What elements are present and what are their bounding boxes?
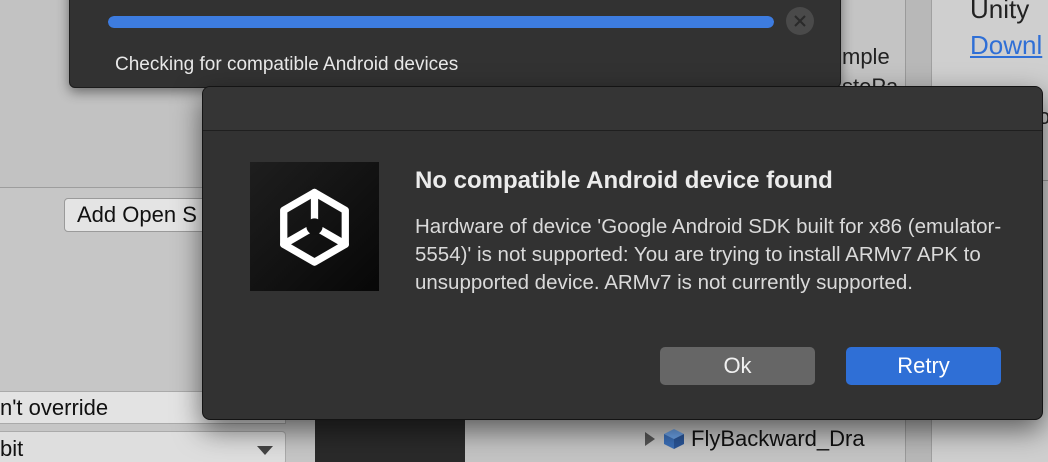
close-icon xyxy=(794,15,806,27)
ok-button[interactable]: Ok xyxy=(660,347,815,385)
dialog-message: Hardware of device 'Google Android SDK b… xyxy=(415,215,1002,294)
alert-dialog: No compatible Android device found Hardw… xyxy=(202,86,1043,420)
expand-triangle-icon[interactable] xyxy=(645,432,655,446)
progress-bar xyxy=(108,16,774,28)
prefab-cube-icon xyxy=(664,429,684,449)
progress-window: Checking for compatible Android devices xyxy=(69,0,841,88)
progress-bar-fill xyxy=(108,16,774,28)
unity-logo-icon xyxy=(250,162,379,291)
cancel-button[interactable] xyxy=(786,7,814,35)
background-label: mple xyxy=(842,44,890,69)
dialog-title: No compatible Android device found xyxy=(415,167,833,194)
asset-list-item[interactable]: FlyBackward_Dra xyxy=(645,426,865,452)
unity-logo-icon xyxy=(280,188,349,266)
bit-dropdown-value: bit xyxy=(0,436,24,461)
retry-button[interactable]: Retry xyxy=(846,347,1001,385)
bit-dropdown[interactable]: bit xyxy=(0,431,286,462)
unity-label: Unity xyxy=(970,0,1030,24)
download-link[interactable]: Downl xyxy=(970,30,1042,61)
progress-status-text: Checking for compatible Android devices xyxy=(115,54,459,75)
asset-name: FlyBackward_Dra xyxy=(691,426,865,451)
chevron-down-icon xyxy=(257,446,273,455)
dialog-titlebar[interactable] xyxy=(203,87,1042,131)
